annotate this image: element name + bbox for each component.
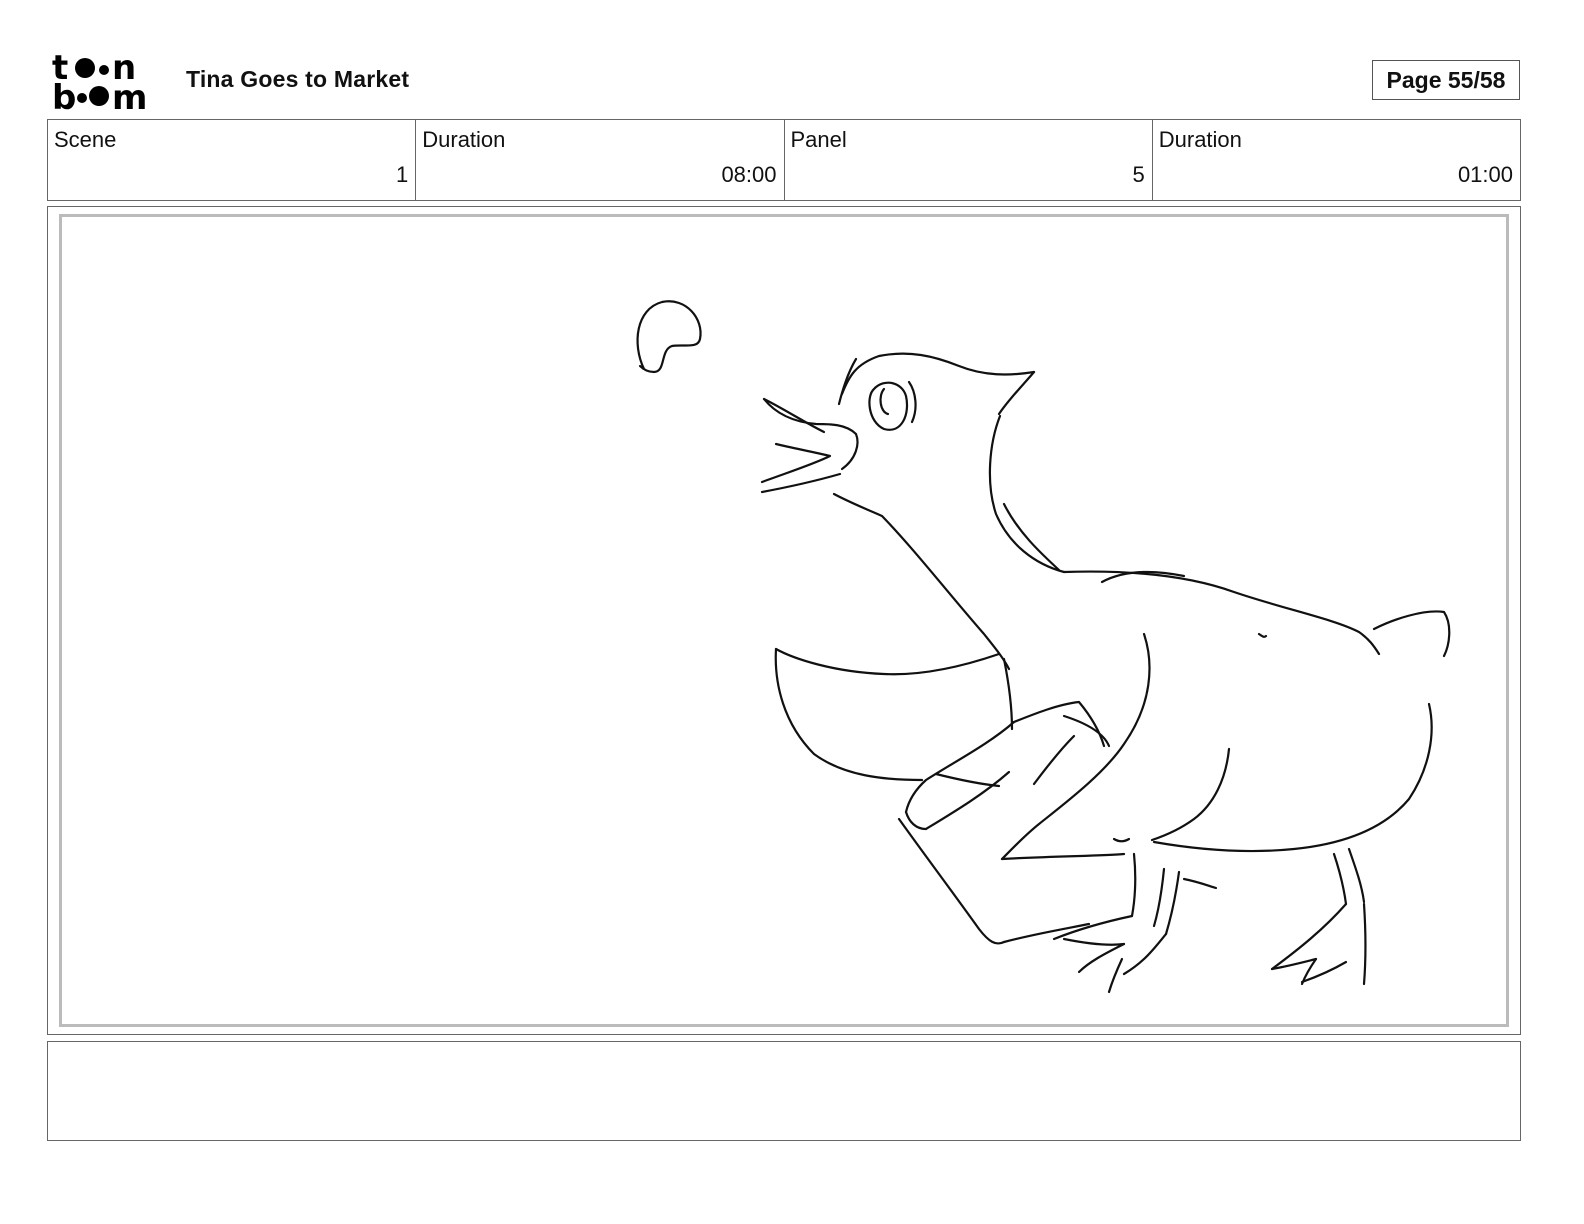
panel-value: 5 (1132, 162, 1145, 187)
project-title: Tina Goes to Market (186, 66, 410, 92)
page-indicator: Page 55/58 (1372, 60, 1520, 100)
scene-value: 1 (396, 162, 409, 187)
storyboard-panel-frame (47, 206, 1521, 1035)
panel-cell: Panel 5 (785, 120, 1153, 200)
svg-text:b: b (52, 78, 76, 112)
duck-sketch (636, 300, 1451, 994)
panel-duration-label: Duration (1158, 127, 1242, 152)
scene-duration-value: 08:00 (721, 162, 777, 187)
panel-duration-value: 01:00 (1457, 162, 1513, 187)
panel-notes-box (47, 1041, 1521, 1141)
panel-label: Panel (790, 127, 847, 152)
scene-duration-cell: Duration 08:00 (416, 120, 785, 200)
panel-duration-cell: Duration 01:00 (1153, 120, 1520, 200)
scene-cell: Scene 1 (48, 120, 417, 200)
scene-duration-label: Duration (422, 127, 506, 152)
toonboom-logo: t n b m (52, 48, 164, 118)
svg-text:m: m (112, 78, 147, 112)
scene-label: Scene (54, 127, 117, 152)
scene-info-table: Scene 1 Duration 08:00 Panel 5 Duration … (47, 119, 1521, 201)
storyboard-panel-image (59, 214, 1509, 1027)
